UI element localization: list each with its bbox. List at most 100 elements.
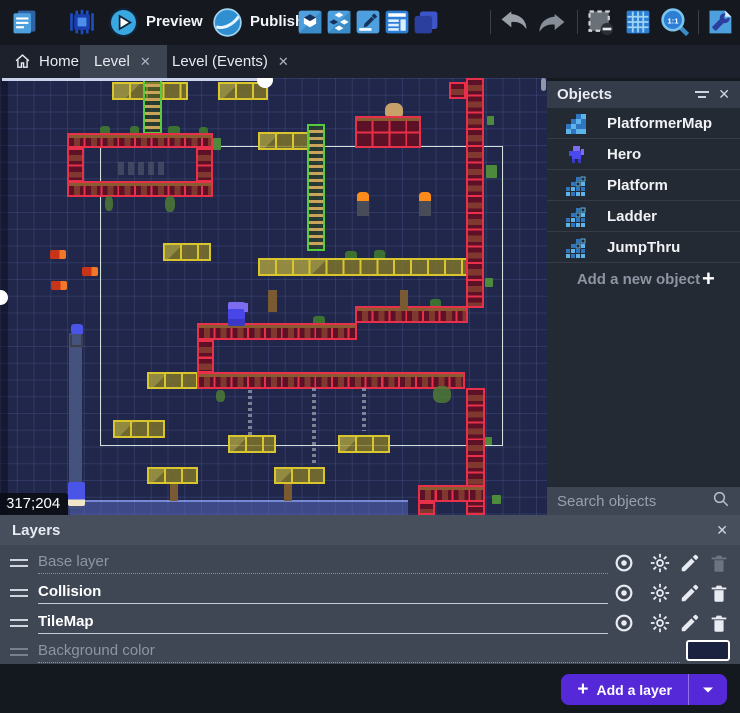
layer-name-field[interactable]: TileMap — [38, 612, 608, 634]
enemy[interactable] — [50, 250, 66, 259]
add-layer-button[interactable]: + Add a layer — [561, 674, 688, 705]
drag-handle-icon[interactable] — [10, 648, 28, 656]
enemy[interactable] — [82, 267, 98, 276]
object-row-jumpthru[interactable]: JumpThru — [547, 232, 740, 263]
external-layout-icon[interactable] — [325, 8, 353, 36]
torch[interactable] — [357, 192, 369, 216]
yellow[interactable] — [147, 467, 198, 484]
mushroom[interactable] — [385, 103, 403, 116]
hero[interactable] — [228, 302, 245, 326]
grass[interactable] — [313, 316, 325, 323]
post[interactable] — [268, 290, 277, 312]
red-block[interactable] — [355, 116, 421, 148]
grass[interactable] — [430, 299, 441, 306]
sprite-bird[interactable] — [71, 324, 83, 334]
yellow[interactable] — [258, 258, 468, 276]
debugger-icon[interactable] — [68, 8, 96, 36]
moss[interactable] — [485, 437, 492, 445]
post[interactable] — [170, 484, 178, 501]
vine[interactable] — [105, 196, 113, 211]
grass[interactable] — [199, 127, 208, 133]
yellow[interactable] — [258, 132, 310, 150]
visibility-icon[interactable] — [613, 612, 635, 634]
layer-name-field[interactable]: Base layer — [38, 552, 608, 574]
redo-icon[interactable] — [536, 8, 568, 36]
red-col[interactable] — [197, 340, 214, 373]
moss[interactable] — [487, 116, 494, 125]
background-color-swatch[interactable] — [686, 640, 730, 661]
tab-level-events-close-icon[interactable]: ✕ — [276, 54, 291, 70]
yellow[interactable] — [163, 243, 211, 261]
grass[interactable] — [130, 126, 139, 133]
vine[interactable] — [165, 196, 175, 212]
chain[interactable] — [362, 388, 366, 431]
drag-handle-icon[interactable] — [10, 619, 28, 627]
layer-name-field[interactable]: Background color — [38, 641, 680, 663]
chain[interactable] — [248, 390, 252, 438]
red-row[interactable] — [418, 485, 485, 502]
instances-layers-icon[interactable] — [412, 8, 440, 36]
post[interactable] — [400, 290, 408, 310]
scene-canvas[interactable]: 317;204 — [0, 78, 547, 515]
moss[interactable] — [492, 495, 501, 504]
red-col[interactable] — [449, 82, 466, 99]
torch[interactable] — [419, 192, 431, 216]
effects-icon[interactable] — [649, 612, 671, 634]
chain[interactable] — [312, 388, 316, 465]
yellow[interactable] — [274, 467, 325, 484]
search-objects-input[interactable]: Search objects — [547, 487, 740, 515]
red-col[interactable] — [418, 502, 435, 515]
add-new-object-button[interactable]: Add a new object + — [547, 263, 740, 295]
properties-list-icon[interactable] — [383, 8, 411, 36]
grass[interactable] — [168, 126, 180, 133]
vine[interactable] — [433, 386, 451, 403]
project-settings-icon[interactable] — [706, 8, 734, 36]
scene-editor-icon[interactable] — [296, 8, 324, 36]
deselect-icon[interactable] — [586, 8, 614, 36]
ladder[interactable] — [307, 124, 325, 251]
grass[interactable] — [374, 250, 385, 258]
zoom-1-1-icon[interactable]: 1:1 — [660, 7, 691, 38]
drag-handle-icon[interactable] — [10, 559, 28, 567]
yellow[interactable] — [228, 435, 276, 453]
enemy[interactable] — [51, 281, 67, 290]
moss[interactable] — [486, 165, 497, 178]
effects-icon[interactable] — [649, 582, 671, 604]
object-row-platform[interactable]: Platform — [547, 170, 740, 201]
red-row[interactable] — [67, 133, 213, 148]
drag-handle-icon[interactable] — [10, 589, 28, 597]
ladder[interactable] — [143, 78, 162, 134]
edit-layer-icon[interactable] — [679, 612, 701, 634]
visibility-icon[interactable] — [613, 582, 635, 604]
grass[interactable] — [100, 126, 110, 133]
grass[interactable] — [345, 251, 357, 258]
yellow[interactable] — [147, 372, 198, 389]
yellow[interactable] — [113, 420, 165, 438]
tab-level-close-icon[interactable]: ✕ — [138, 54, 153, 70]
close-objects-icon[interactable]: ✕ — [718, 86, 730, 103]
handle[interactable] — [257, 78, 273, 88]
red-col[interactable] — [466, 78, 484, 308]
close-layers-icon[interactable]: ✕ — [716, 522, 728, 539]
edit-layer-icon[interactable] — [679, 582, 701, 604]
publish-icon[interactable] — [212, 7, 243, 38]
red-row[interactable] — [197, 323, 357, 340]
object-row-hero[interactable]: Hero — [547, 139, 740, 170]
red-col[interactable] — [67, 148, 84, 182]
delete-layer-icon[interactable] — [708, 582, 730, 604]
tab-level[interactable]: Level ✕ — [80, 45, 167, 78]
undo-icon[interactable] — [498, 8, 530, 36]
yellow[interactable] — [338, 435, 390, 453]
moss[interactable] — [485, 278, 493, 287]
visibility-icon[interactable] — [613, 552, 635, 574]
red-col[interactable] — [196, 148, 213, 182]
add-layer-dropdown-button[interactable] — [689, 674, 727, 705]
red-row[interactable] — [355, 306, 468, 323]
effects-icon[interactable] — [649, 552, 671, 574]
delete-layer-icon[interactable] — [708, 612, 730, 634]
sprite-climber[interactable] — [68, 482, 85, 506]
red-row[interactable] — [197, 372, 465, 389]
edit-layer-icon[interactable] — [679, 552, 701, 574]
object-row-platformermap[interactable]: PlatformerMap — [547, 108, 740, 139]
events-editor-icon[interactable] — [354, 8, 382, 36]
